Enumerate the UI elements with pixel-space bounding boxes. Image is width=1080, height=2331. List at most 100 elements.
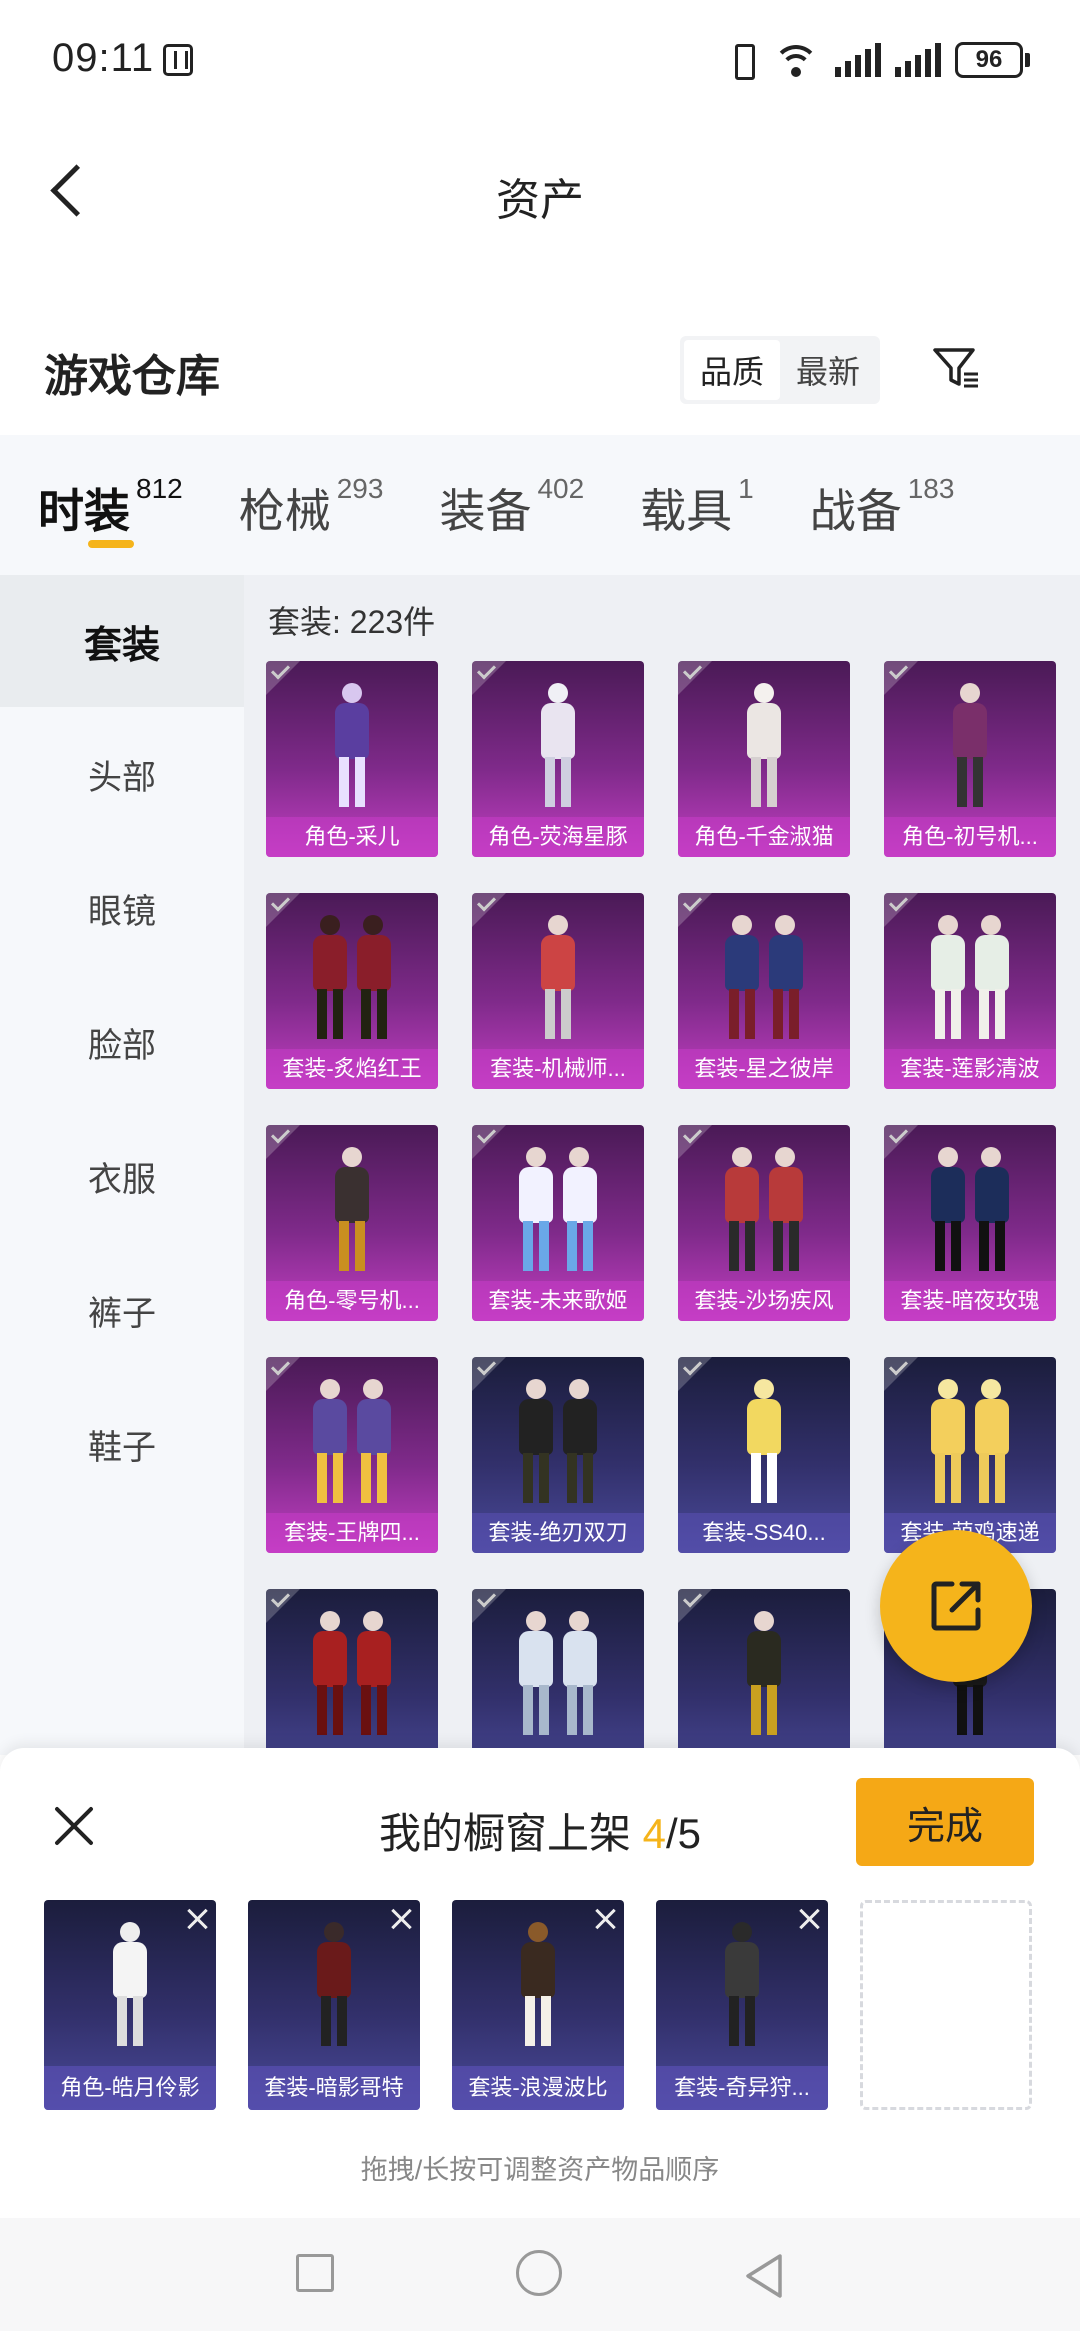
outfit-figure-image (709, 915, 819, 1041)
check-icon (884, 1357, 918, 1391)
showcase-sheet: 我的橱窗上架 4/5 完成 角色-皓月伶影 套装-暗影哥特 套装-浪漫波比 套装-奇异… (0, 1748, 1080, 2218)
sheet-title-text: 我的橱窗上架 (378, 1810, 643, 1857)
item-card[interactable]: 套装-暗夜玫瑰 (884, 1125, 1056, 1321)
remove-icon[interactable] (184, 1906, 210, 1932)
check-icon (472, 1357, 506, 1391)
outfit-figure-image (525, 683, 591, 809)
outfit-figure-image (731, 683, 797, 809)
outfit-figure-image (709, 1922, 775, 2048)
remove-icon[interactable] (796, 1906, 822, 1932)
tab-vehicles[interactable]: 载具 1 (640, 435, 754, 541)
sidebar-item-glasses[interactable]: 眼镜 (0, 841, 244, 975)
remove-icon[interactable] (388, 1906, 414, 1932)
tab-label: 枪械 (238, 485, 331, 537)
item-count: 套装: 223件 (268, 604, 436, 640)
item-card[interactable]: 套装-SS40... (678, 1357, 850, 1553)
item-card-label: 角色-荧海星豚 (472, 817, 644, 857)
showcase-shelf: 角色-皓月伶影 套装-暗影哥特 套装-浪漫波比 套装-奇异狩... (44, 1900, 1032, 2110)
empty-showcase-slot[interactable] (860, 1900, 1032, 2110)
share-button[interactable] (880, 1530, 1032, 1682)
tab-count: 1 (738, 473, 754, 504)
item-card-label: 套装-暗夜玫瑰 (884, 1281, 1056, 1321)
item-card[interactable]: 套装-星之彼岸 (678, 893, 850, 1089)
sidebar-item-clothes[interactable]: 衣服 (0, 1109, 244, 1243)
outfit-figure-image (503, 1147, 613, 1273)
tab-equipment[interactable]: 装备 402 (439, 435, 584, 541)
item-card[interactable]: 套装-未来歌姬 (472, 1125, 644, 1321)
sidebar-item-pants[interactable]: 裤子 (0, 1243, 244, 1377)
check-icon (266, 893, 300, 927)
status-bar: 09:11 96 (0, 0, 1080, 120)
check-icon (884, 1125, 918, 1159)
done-button[interactable]: 完成 (856, 1778, 1034, 1866)
sidebar-item-face[interactable]: 脸部 (0, 975, 244, 1109)
item-card-label: 套装-沙场疾风 (678, 1281, 850, 1321)
item-card[interactable]: 套装-莲影清波 (884, 893, 1056, 1089)
showcase-item-card[interactable]: 套装-暗影哥特 (248, 1900, 420, 2110)
check-icon (266, 1357, 300, 1391)
showcase-item-card[interactable]: 套装-浪漫波比 (452, 1900, 624, 2110)
outfit-figure-image (505, 1922, 571, 2048)
tab-label: 时装 (38, 485, 130, 537)
sort-quality-button[interactable]: 品质 (684, 340, 780, 400)
tab-fashion[interactable]: 时装 812 (38, 435, 183, 548)
showcase-item-label: 套装-暗影哥特 (248, 2066, 420, 2110)
showcase-item-card[interactable]: 套装-奇异狩... (656, 1900, 828, 2110)
status-icons: 96 (727, 38, 1030, 82)
item-card[interactable]: 套装-机械师... (472, 893, 644, 1089)
item-card-label: 角色-初号机... (884, 817, 1056, 857)
signal-icon (835, 43, 881, 77)
tab-count: 293 (336, 473, 384, 504)
reorder-hint: 拖拽/长按可调整资产物品顺序 (360, 2155, 720, 2185)
item-card[interactable] (266, 1589, 438, 1755)
nfc-icon (163, 44, 193, 76)
item-card[interactable] (678, 1589, 850, 1755)
item-card-label: 套装-王牌四... (266, 1513, 438, 1553)
outfit-figure-image (297, 1611, 407, 1737)
showcase-item-label: 角色-皓月伶影 (44, 2066, 216, 2110)
remove-icon[interactable] (592, 1906, 618, 1932)
tab-guns[interactable]: 枪械 293 (239, 435, 384, 541)
item-card[interactable]: 角色-荧海星豚 (472, 661, 644, 857)
sidebar-item-shoes[interactable]: 鞋子 (0, 1377, 244, 1511)
sort-newest-button[interactable]: 最新 (780, 340, 876, 400)
check-icon (884, 661, 918, 695)
item-card[interactable]: 套装-萌鸡速递 (884, 1357, 1056, 1553)
check-icon (884, 893, 918, 927)
vibrate-icon (727, 42, 757, 80)
item-card[interactable]: 角色-千金淑猫 (678, 661, 850, 857)
item-card-label: 角色-零号机... (266, 1281, 438, 1321)
check-icon (472, 893, 506, 927)
item-card[interactable]: 套装-王牌四... (266, 1357, 438, 1553)
recent-apps-icon[interactable] (296, 2254, 334, 2292)
outfit-figure-image (297, 1379, 407, 1505)
sidebar-item-head[interactable]: 头部 (0, 707, 244, 841)
tab-supplies[interactable]: 战备 183 (810, 435, 955, 541)
check-icon (678, 661, 712, 695)
showcase-item-card[interactable]: 角色-皓月伶影 (44, 1900, 216, 2110)
signal-icon-2 (895, 43, 941, 77)
item-card[interactable] (472, 1589, 644, 1755)
outfit-figure-image (319, 683, 385, 809)
battery-level: 96 (955, 42, 1023, 78)
tab-count: 402 (537, 473, 585, 504)
sidebar-item-outfit[interactable]: 套装 (0, 575, 244, 707)
item-card-label: 套装-绝刃双刀 (472, 1513, 644, 1553)
home-icon[interactable] (516, 2250, 562, 2296)
item-card[interactable]: 套装-绝刃双刀 (472, 1357, 644, 1553)
item-card[interactable]: 角色-初号机... (884, 661, 1056, 857)
filter-icon[interactable] (930, 340, 990, 400)
check-icon (472, 1125, 506, 1159)
tab-label: 载具 (640, 485, 733, 537)
sort-toggle: 品质 最新 (680, 336, 880, 404)
item-card[interactable]: 角色-采儿 (266, 661, 438, 857)
showcase-current-count: 4 (642, 1810, 666, 1857)
item-card[interactable]: 套装-沙场疾风 (678, 1125, 850, 1321)
battery-icon: 96 (955, 42, 1030, 78)
outfit-figure-image (297, 915, 407, 1041)
showcase-total: /5 (666, 1810, 702, 1857)
item-card[interactable]: 角色-零号机... (266, 1125, 438, 1321)
item-card[interactable]: 套装-炙焰红王 (266, 893, 438, 1089)
tab-count: 812 (136, 473, 183, 504)
item-card-label: 套装-未来歌姬 (472, 1281, 644, 1321)
